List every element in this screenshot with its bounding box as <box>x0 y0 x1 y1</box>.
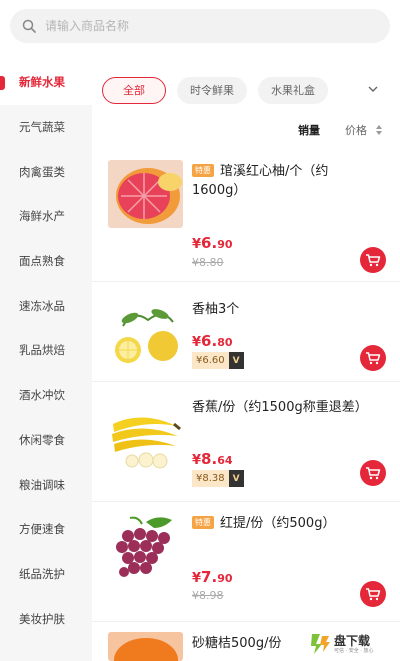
sidebar-item-frozen[interactable]: 速冻冰品 <box>0 283 92 328</box>
original-price: ¥8.98 <box>192 589 224 602</box>
product-price: ¥6.90 <box>192 234 233 252</box>
citron-image <box>115 309 178 363</box>
download-site-logo-icon <box>311 634 330 654</box>
sort-by-sales[interactable]: 销量 <box>298 122 320 138</box>
member-price: ¥8.38 V <box>192 470 244 487</box>
tab-all[interactable]: 全部 <box>102 76 166 104</box>
sidebar-item-grain-oil[interactable]: 粮油调味 <box>0 462 92 507</box>
sidebar-item-beauty[interactable]: 美妆护肤 <box>0 596 92 641</box>
product-price: ¥7.90 <box>192 568 233 586</box>
pomelo-image <box>108 160 183 228</box>
sidebar-item-deli[interactable]: 面点熟食 <box>0 239 92 284</box>
add-to-cart-button[interactable] <box>360 460 386 486</box>
product-name: 香柚3个 <box>192 302 240 317</box>
product-name: 香蕉/份（约1500g称重退差） <box>192 400 368 415</box>
add-to-cart-button[interactable] <box>360 247 386 273</box>
original-price: ¥8.80 <box>192 256 224 269</box>
add-to-cart-button[interactable] <box>360 345 386 371</box>
sidebar-item-meat-eggs[interactable]: 肉禽蛋类 <box>0 149 92 194</box>
tab-seasonal[interactable]: 时令鲜果 <box>177 76 247 104</box>
cart-icon <box>366 467 381 480</box>
search-input[interactable] <box>45 19 345 33</box>
sidebar-item-paper-care[interactable]: 纸品洗护 <box>0 552 92 597</box>
sidebar-item-drinks[interactable]: 酒水冲饮 <box>0 373 92 418</box>
sort-by-price[interactable]: 价格 <box>345 122 367 138</box>
product-price: ¥6.80 <box>192 332 233 350</box>
sidebar-item-dairy-bakery[interactable]: 乳品烘焙 <box>0 328 92 373</box>
vip-badge: V <box>228 352 244 369</box>
tangerine-image <box>108 632 183 661</box>
category-sidebar: 新鲜水果 元气蔬菜 肉禽蛋类 海鲜水产 面点熟食 速冻冰品 乳品烘焙 酒水冲饮 … <box>0 60 92 661</box>
tab-gift-box[interactable]: 水果礼盒 <box>258 76 328 104</box>
product-name: 琯溪红心柚/个（约1600g） <box>192 164 329 198</box>
member-price: ¥6.60 V <box>192 352 244 369</box>
product-item[interactable]: 特惠 琯溪红心柚/个（约1600g） ¥6.90 ¥8.80 <box>92 150 400 282</box>
product-item[interactable]: 香柚3个 ¥6.80 ¥6.60 V <box>92 282 400 382</box>
search-bar[interactable] <box>10 9 390 43</box>
cart-icon <box>366 254 381 267</box>
cart-icon <box>366 588 381 601</box>
chevron-down-icon[interactable] <box>366 82 380 96</box>
product-name: 红提/份（约500g） <box>220 516 336 531</box>
sidebar-item-instant-food[interactable]: 方便速食 <box>0 507 92 552</box>
grape-image <box>116 516 172 577</box>
sidebar-item-vegetables[interactable]: 元气蔬菜 <box>0 105 92 150</box>
vip-badge: V <box>228 470 244 487</box>
watermark-logo: 盘下载 可信 · 安全 · 放心 <box>308 631 396 657</box>
sort-arrows-icon <box>376 125 382 135</box>
search-icon <box>22 19 36 33</box>
cart-icon <box>366 352 381 365</box>
sort-bar: 销量 价格 <box>92 118 400 144</box>
product-price: ¥8.64 <box>192 450 233 468</box>
filter-tabs: 全部 时令鲜果 水果礼盒 <box>102 76 328 104</box>
product-item[interactable]: 特惠 红提/份（约500g） ¥7.90 ¥8.98 <box>92 502 400 622</box>
banana-image <box>112 417 181 469</box>
sidebar-item-fresh-fruit[interactable]: 新鲜水果 <box>0 60 92 105</box>
sidebar-item-seafood[interactable]: 海鲜水产 <box>0 194 92 239</box>
sidebar-item-snacks[interactable]: 休闲零食 <box>0 418 92 463</box>
add-to-cart-button[interactable] <box>360 581 386 607</box>
product-item[interactable]: 香蕉/份（约1500g称重退差） ¥8.64 ¥8.38 V <box>92 382 400 502</box>
